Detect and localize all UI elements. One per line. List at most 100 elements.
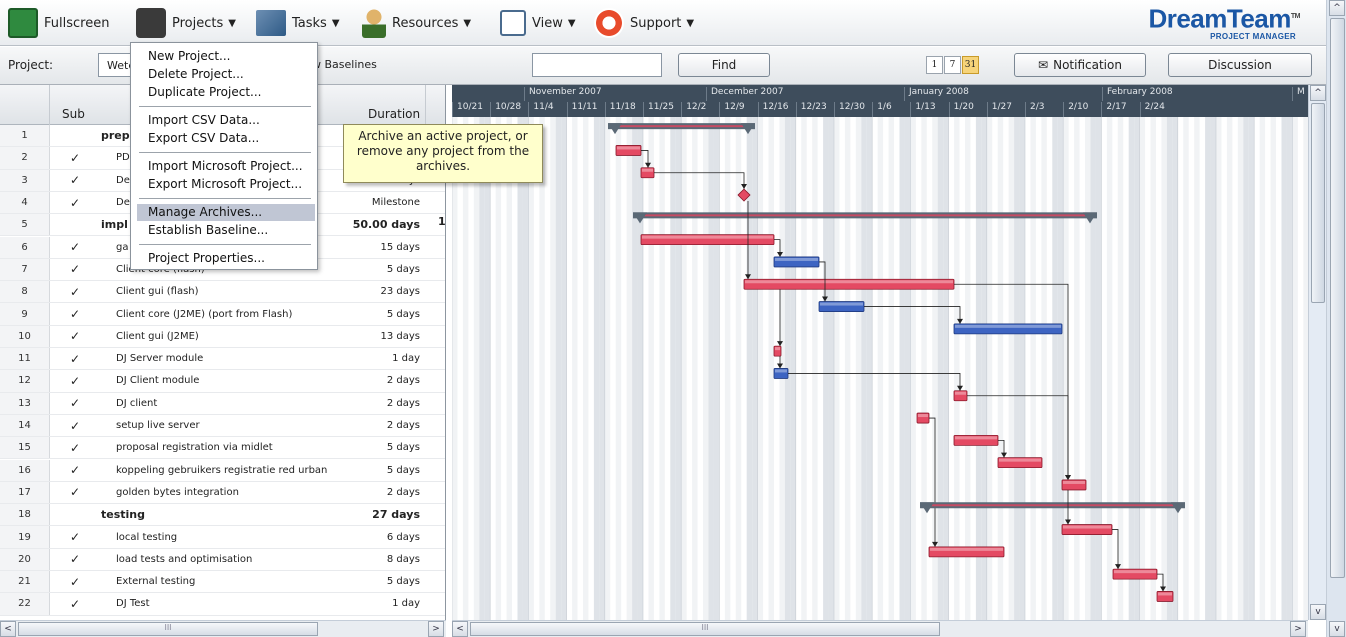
envelope-icon: ✉ [1038, 58, 1049, 72]
notification-button[interactable]: ✉ Notification [1014, 53, 1146, 77]
task-name: prep [101, 129, 130, 143]
scroll-up-arrow[interactable]: ^ [1310, 85, 1326, 101]
grid-scroll-right-arrow[interactable]: > [428, 621, 444, 637]
task-bar-highlight [1063, 525, 1111, 529]
fullscreen-label: Fullscreen [44, 15, 110, 31]
table-row[interactable]: 10 ✓ Client gui (J2ME) 13 days [0, 325, 445, 348]
table-row[interactable]: 20 ✓ load tests and optimisation 8 days [0, 548, 445, 571]
column-header-duration[interactable]: Duration [368, 107, 420, 121]
day-stripe [506, 117, 513, 620]
chart-scroll-right-arrow[interactable]: > [1290, 621, 1306, 637]
column-header-sub[interactable]: Sub [62, 107, 85, 121]
weekend-stripe [937, 117, 944, 620]
menu-delete-project[interactable]: Delete Project... [148, 66, 244, 83]
page-vertical-scrollbar[interactable]: ^ v [1326, 0, 1346, 637]
table-row[interactable]: 14 ✓ setup live server 2 days [0, 414, 445, 438]
task-bar-highlight [775, 347, 780, 351]
task-duration: 5 days [386, 576, 420, 588]
task-name: load tests and optimisation [116, 553, 253, 565]
weekend-stripe [561, 117, 567, 620]
projects-menu-button[interactable]: Projects ▼ [136, 0, 236, 46]
menu-establish-baseline[interactable]: Establish Baseline... [148, 222, 268, 239]
baselines-label[interactable]: w Baselines [312, 58, 377, 71]
scroll-down-arrow[interactable]: v [1310, 604, 1326, 620]
menu-export-ms-project[interactable]: Export Microsoft Project... [148, 176, 302, 193]
row-number: 21 [0, 571, 50, 593]
page-scroll-thumb[interactable] [1330, 18, 1345, 578]
chart-vertical-scrollbar[interactable]: ^ v [1308, 85, 1326, 620]
month-label: November 2007 [524, 87, 602, 101]
grid-scroll-left-arrow[interactable]: < [0, 621, 16, 637]
tasks-label: Tasks [292, 15, 327, 31]
table-row[interactable]: 17 ✓ golden bytes integration 2 days [0, 481, 445, 505]
chart-scroll-left-arrow[interactable]: < [452, 621, 468, 637]
discussion-button[interactable]: Discussion [1168, 53, 1312, 77]
task-name: DJ Client module [116, 375, 200, 387]
table-row[interactable]: 9 ✓ Client core (J2ME) (port from Flash) 5 … [0, 303, 445, 326]
page-scroll-up-arrow[interactable]: ^ [1329, 0, 1345, 16]
week-view-button[interactable]: 7 [944, 56, 961, 74]
chart-horizontal-scrollbar[interactable]: < III > [452, 620, 1308, 637]
fullscreen-icon [8, 8, 38, 38]
find-button[interactable]: Find [678, 53, 770, 77]
day-stripe [572, 117, 578, 620]
weekend-stripe [599, 117, 605, 620]
briefcase-icon [136, 8, 166, 38]
view-menu-button[interactable]: View ▼ [500, 0, 576, 46]
support-menu-button[interactable]: Support ▼ [594, 0, 694, 46]
table-row[interactable]: 15 ✓ proposal registration via midlet 5 day… [0, 437, 445, 460]
menu-export-csv[interactable]: Export CSV Data... [148, 130, 259, 147]
subtask-checkmark: ✓ [70, 373, 81, 388]
chart-scroll-right-glyph: > [1294, 624, 1302, 634]
day-stripe [681, 117, 687, 620]
task-name: De [116, 174, 130, 186]
chart-scroll-thumb[interactable]: III [470, 622, 940, 636]
table-row[interactable]: 21 ✓ External testing 5 days [0, 571, 445, 594]
table-row[interactable]: 12 ✓ DJ Client module 2 days [0, 370, 445, 393]
table-row[interactable]: 11 ✓ DJ Server module 1 day [0, 348, 445, 371]
summary-progress [614, 125, 749, 128]
person-icon [362, 8, 386, 38]
menu-project-properties[interactable]: Project Properties... [148, 250, 265, 267]
day-stripe [462, 117, 469, 620]
dreamteam-logo: DreamTeamTM PROJECT MANAGER [1148, 4, 1300, 41]
task-name: local testing [116, 531, 178, 543]
task-bar-highlight [955, 324, 1061, 328]
fullscreen-button[interactable]: Fullscreen [8, 0, 109, 46]
menu-import-csv[interactable]: Import CSV Data... [148, 112, 260, 129]
task-duration: Milestone [371, 197, 420, 209]
day-stripe [1237, 117, 1244, 620]
table-row[interactable]: 19 ✓ local testing 6 days [0, 526, 445, 549]
resources-menu-button[interactable]: Resources ▼ [362, 0, 471, 46]
weekend-stripe [981, 117, 987, 620]
table-row[interactable]: 13 ✓ DJ client 2 days [0, 392, 445, 415]
table-row[interactable]: 22 ✓ DJ Test 1 day [0, 593, 445, 616]
projects-dropdown-menu: New Project... Delete Project... Duplica… [130, 42, 318, 270]
task-name: golden bytes integration [116, 486, 239, 498]
menu-duplicate-project[interactable]: Duplicate Project... [148, 84, 261, 101]
table-row[interactable]: 18 testing 27 days [0, 504, 445, 527]
find-input[interactable] [532, 53, 662, 77]
menu-import-ms-project[interactable]: Import Microsoft Project... [148, 158, 303, 175]
row-number: 22 [0, 593, 50, 615]
weekend-stripe [675, 117, 682, 620]
table-row[interactable]: 16 ✓ koppeling gebruikers registratie red … [0, 459, 445, 482]
tasks-menu-button[interactable]: Tasks ▼ [256, 0, 340, 46]
weekend-stripe [708, 117, 714, 620]
grid-horizontal-scrollbar[interactable]: < III > [0, 620, 446, 637]
month-view-button[interactable]: 31 [962, 56, 979, 74]
day-stripe [1292, 117, 1298, 620]
day-view-button[interactable]: 1 [926, 56, 943, 74]
day-stripe [659, 117, 665, 620]
page-scroll-down-arrow[interactable]: v [1329, 621, 1345, 637]
table-row[interactable]: 8 ✓ Client gui (flash) 23 days [0, 281, 445, 304]
menu-manage-archives[interactable]: Manage Archives... [137, 204, 315, 221]
day-stripe [582, 117, 589, 620]
chevron-down-icon: ▼ [463, 17, 472, 29]
scroll-thumb[interactable] [1311, 103, 1325, 303]
menu-new-project[interactable]: New Project... [148, 48, 231, 65]
grid-scroll-thumb[interactable]: III [18, 622, 318, 636]
weekend-stripe [517, 117, 523, 620]
day-stripe [1216, 117, 1222, 620]
resources-label: Resources [392, 15, 459, 31]
